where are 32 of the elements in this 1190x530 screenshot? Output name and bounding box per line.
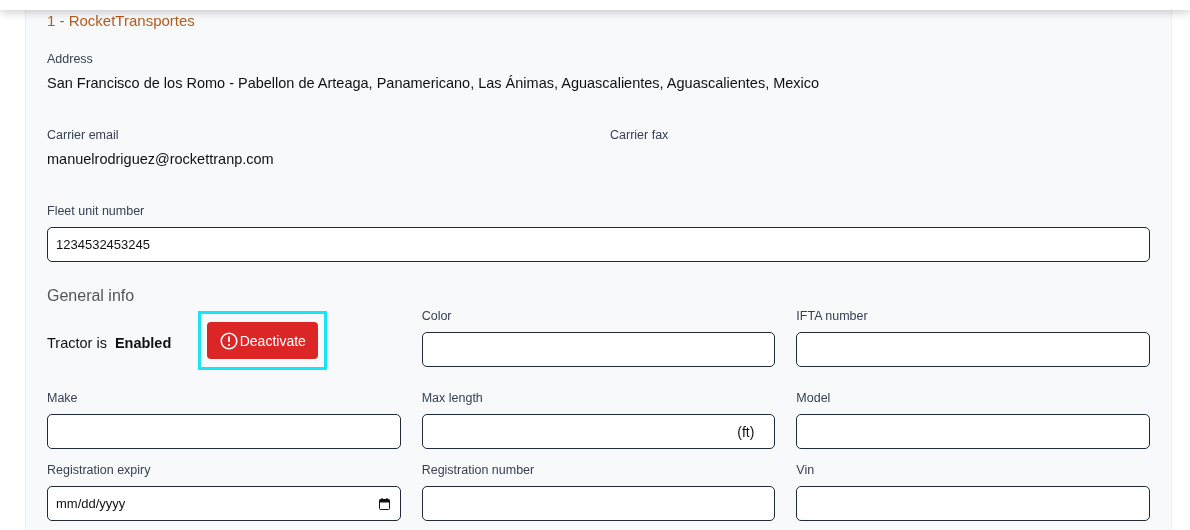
field-label: Registration expiry [47,463,152,478]
input-field[interactable] [421,486,776,521]
field-label: Model [796,391,832,406]
field-label: Make [47,391,79,406]
status-value: Enabled [114,335,172,351]
calendar-icon[interactable] [378,497,390,510]
contact-value: manuelrodriguez@rockettranp.com [47,151,275,168]
input-field[interactable] [47,414,401,449]
unit-suffix: (ft) [737,423,755,440]
input-field[interactable] [796,332,1150,367]
field-label: Vin [796,463,816,478]
date-placeholder: mm/dd/yyyy [56,496,126,511]
field-label: Registration number [421,463,536,478]
field-label: Address [47,52,94,67]
carrier-title: 1 - RocketTransportes [47,12,196,30]
alert-icon [219,331,238,350]
field-label: Color [421,309,453,324]
field-label: Carrier email [47,128,120,143]
status-label: Tractor is [47,335,107,351]
field-label: Fleet unit number [47,204,146,219]
field-label: Max length [421,391,484,406]
input-field[interactable]: 1234532453245 [47,227,1150,262]
input-field[interactable] [421,332,776,367]
field-label: Carrier fax [610,128,670,143]
input-field[interactable] [796,486,1150,521]
address-value: San Francisco de los Romo - Pabellon de Arteaga, Panamericano, Las Ánimas, Aguascalientes, Aguascalientes, Mexico [47,75,821,92]
input-field[interactable] [796,414,1150,449]
input-field[interactable]: (ft) [421,414,776,449]
date-field[interactable]: mm/dd/yyyy [47,486,401,521]
section-title: General info [47,286,136,305]
deactivate-button[interactable]: Deactivate [207,322,319,359]
field-label: IFTA number [796,309,869,324]
